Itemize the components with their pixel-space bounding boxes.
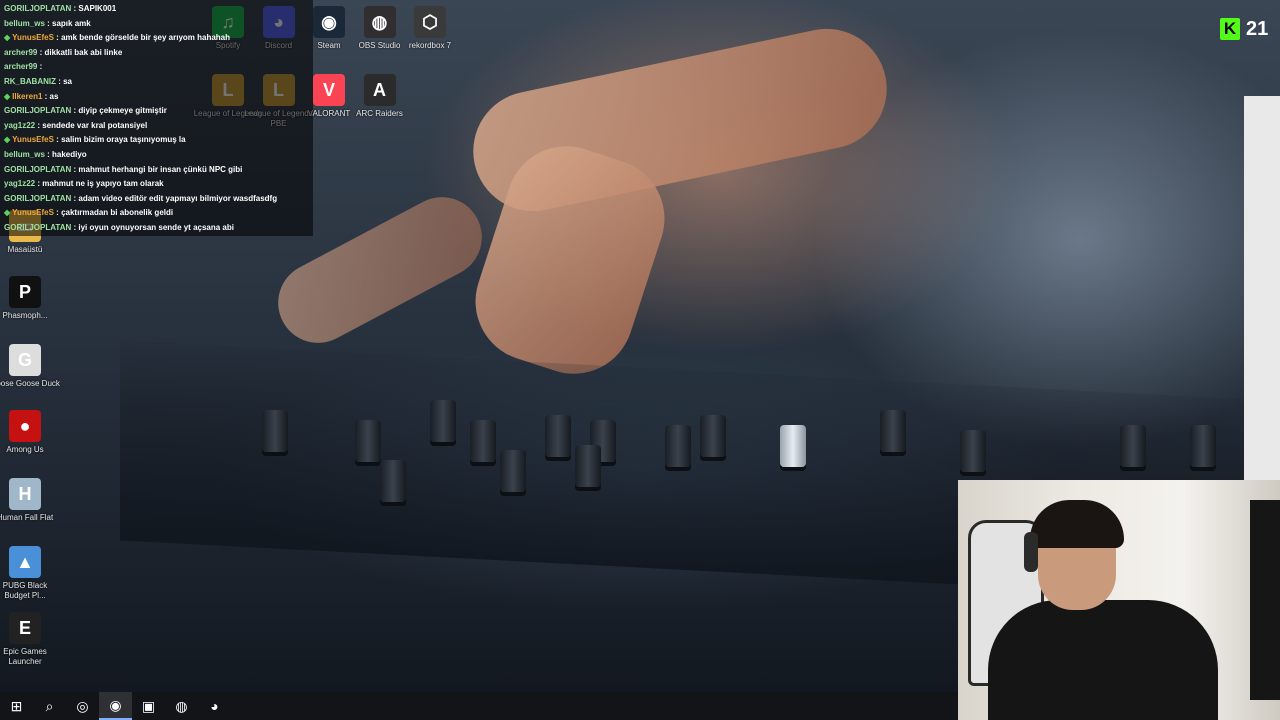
chat-overlay: GORILJOPLATAN : SAPIK001 bellum_ws : sapı… <box>0 0 313 236</box>
chat-text: mahmut herhangi bir insan çünkü NPC gibi <box>78 164 243 174</box>
desktop-icon-label: ARC Raiders <box>356 109 403 118</box>
chat-message: GORILJOPLATAN : adam video editör edit y… <box>4 193 278 203</box>
desktop-icon-label: Phasmoph... <box>2 311 48 320</box>
steam-icon: ◉ <box>313 6 345 38</box>
desktop-icon-goose[interactable]: G Goose Goose Duck <box>0 344 60 389</box>
chat-username: YunusEfeS <box>12 33 54 43</box>
chat-text: salim bizim oraya taşınıyomuş la <box>61 135 186 145</box>
chat-message: yag1z22 : mahmut ne iş yapıyo tam olarak <box>4 179 164 189</box>
desktop-icon-label: Human Fall Flat <box>0 513 54 522</box>
webcam-feed <box>958 480 1280 720</box>
viewer-count: 21 <box>1246 17 1269 40</box>
obs-icon: ◍ <box>363 6 396 38</box>
start-icon[interactable]: ⊞ <box>0 692 33 720</box>
phasmophobia-icon: P <box>9 276 41 308</box>
search-icon[interactable]: ⌕ <box>33 692 66 720</box>
desktop-icon-rekordbox[interactable]: ⬡ rekordbox 7 <box>395 6 465 51</box>
chat-text: adam video editör edit yapmayı bilmiyor … <box>78 193 278 203</box>
chat-username: yag1z22 <box>4 120 36 130</box>
chat-username: YunusEfeS <box>12 135 54 145</box>
desktop-icon-arc-raiders[interactable]: A ARC Raiders <box>345 74 415 119</box>
desktop-icon-label: Goose Goose Duck <box>0 379 60 388</box>
chat-message: GORILJOPLATAN : diyip çekmeye gitmiştir <box>4 106 167 116</box>
chat-text: amk bende görselde bir şey arıyom hahaha… <box>61 33 231 43</box>
chat-text: çaktırmadan bi abonelik geldi <box>61 208 174 218</box>
desktop-icon-label: rekordbox 7 <box>408 41 452 50</box>
desktop-icon-label: Among Us <box>6 445 44 454</box>
chat-message: ◆ YunusEfeS : çaktırmadan bi abonelik gel… <box>4 208 174 218</box>
chat-text: iyi oyun oynuyorsan sende yt açsana abi <box>78 223 234 232</box>
chat-text: as <box>49 91 59 101</box>
human-fall-flat-icon: H <box>9 478 41 510</box>
desktop-icon-label: PUBG Black Budget Pl... <box>2 581 48 600</box>
chat-message: ◆ YunusEfeS : salim bizim oraya taşınıyom… <box>4 135 186 145</box>
desktop-icon-phasmophobia[interactable]: P Phasmoph... <box>0 276 60 321</box>
chat-text: sendede var kral potansiyel <box>42 120 148 130</box>
webcam-headset <box>1024 532 1038 572</box>
chat-username: GORILJOPLATAN <box>4 223 72 232</box>
taskbar: ⊞ ⌕ ◎ ◉ ▣ ◍ ◕ <box>0 692 958 720</box>
chat-username: GORILJOPLATAN <box>4 164 72 174</box>
subscriber-badge-icon: ◆ <box>4 91 11 101</box>
chat-text: dikkatli bak abi linke <box>44 47 123 57</box>
chat-username: GORILJOPLATAN <box>4 4 72 13</box>
chat-text: SAPIK001 <box>78 4 117 13</box>
chat-text: diyip çekmeye gitmiştir <box>78 106 167 116</box>
chat-message: archer99 : <box>4 62 43 72</box>
desktop-icon-among-us[interactable]: ● Among Us <box>0 410 60 455</box>
webcam-monitor <box>1250 500 1280 700</box>
chat-username: archer99 <box>4 62 38 72</box>
chat-text: sa <box>63 77 73 86</box>
chat-username: YunusEfeS <box>12 208 54 218</box>
chat-username: archer99 <box>4 47 38 57</box>
chat-message: archer99 : dikkatli bak abi linke <box>4 47 123 57</box>
rekordbox-icon: ⬡ <box>414 6 446 38</box>
chat-message: yag1z22 : sendede var kral potansiyel <box>4 120 148 130</box>
chat-message: GORILJOPLATAN : SAPIK001 <box>4 4 117 13</box>
webcam-person-hair <box>1030 500 1124 548</box>
chat-message: GORILJOPLATAN : mahmut herhangi bir insa… <box>4 164 243 174</box>
chat-message: bellum_ws : sapık amk <box>4 18 91 28</box>
ctrl-icon[interactable]: ▣ <box>132 692 165 720</box>
valorant-icon: V <box>313 74 345 106</box>
chat-username: GORILJOPLATAN <box>4 106 72 116</box>
epic-games-icon: E <box>9 612 41 644</box>
chat-username: bellum_ws <box>4 18 45 28</box>
kick-logo-icon: K <box>1220 18 1240 40</box>
subscriber-badge-icon: ◆ <box>4 33 11 43</box>
chat-username: Ilkeren1 <box>12 91 43 101</box>
pubg-icon: ▲ <box>9 546 41 578</box>
chat-message: GORILJOPLATAN : iyi oyun oynuyorsan send… <box>4 223 234 232</box>
chat-message: RK_BABANIZ : sa <box>4 77 73 86</box>
desktop-icon-label: Masaüstü <box>7 245 43 254</box>
subscriber-badge-icon: ◆ <box>4 208 11 218</box>
desktop-icon-epic-games[interactable]: E Epic Games Launcher <box>0 612 60 667</box>
chat-username: bellum_ws <box>4 150 45 159</box>
chat-text: mahmut ne iş yapıyo tam olarak <box>42 179 164 189</box>
arc-raiders-icon: A <box>363 74 396 106</box>
desktop-icon-human-fall-flat[interactable]: H Human Fall Flat <box>0 478 60 523</box>
background-window-edge <box>1244 96 1280 480</box>
webcam-person-body <box>988 600 1218 720</box>
chat-username: GORILJOPLATAN <box>4 193 72 203</box>
chat-text: hakediyo <box>52 150 87 159</box>
chat-message: ◆ Ilkeren1 : as <box>4 91 59 101</box>
chrome-icon[interactable]: ◉ <box>99 692 132 720</box>
obs-taskbar-icon[interactable]: ◍ <box>165 692 198 720</box>
chat-username: RK_BABANIZ <box>4 77 56 86</box>
chat-message: bellum_ws : hakediyo <box>4 150 87 159</box>
goose-icon: G <box>9 344 41 376</box>
viewer-count-badge: K 21 <box>1220 16 1268 42</box>
chat-username: yag1z22 <box>4 179 36 189</box>
chat-message: ◆ YunusEfeS : amk bende görselde bir şey … <box>4 33 231 43</box>
app-icon-red[interactable]: ◎ <box>66 692 99 720</box>
among-us-icon: ● <box>9 410 41 442</box>
desktop-icon-label: Epic Games Launcher <box>3 647 47 666</box>
desktop-icon-pubg[interactable]: ▲ PUBG Black Budget Pl... <box>0 546 60 601</box>
subscriber-badge-icon: ◆ <box>4 135 11 145</box>
chat-text: sapık amk <box>52 18 91 28</box>
discord-taskbar-icon[interactable]: ◕ <box>198 692 231 720</box>
